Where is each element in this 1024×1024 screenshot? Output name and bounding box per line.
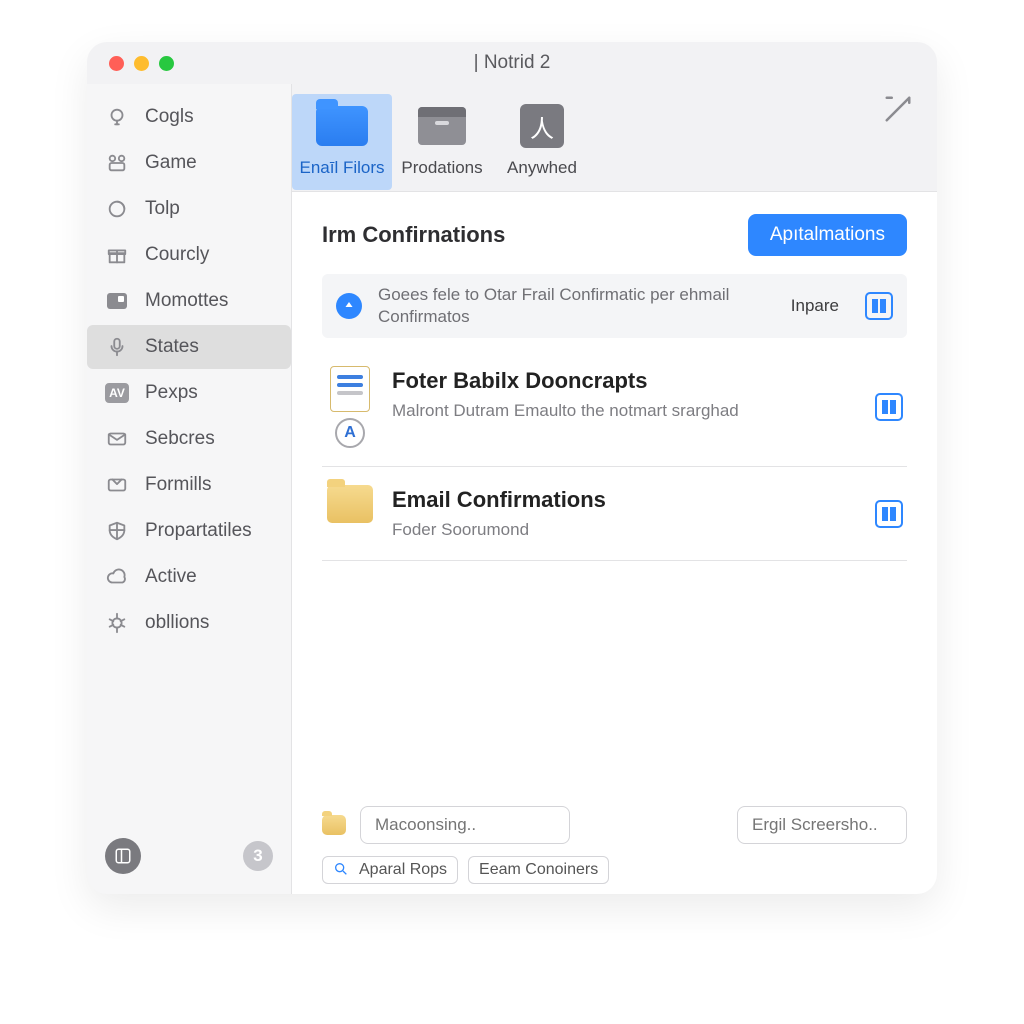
sidebar-item-pexps[interactable]: AV Pexps <box>87 371 291 415</box>
sidebar-item-label: obllions <box>145 612 209 634</box>
tab-prodations[interactable]: Prodations <box>392 94 492 190</box>
sidebar-item-label: Game <box>145 152 197 174</box>
sidebar-item-courcly[interactable]: Courcly <box>87 233 291 277</box>
toolbar: Enaīl Filors Prodations 人 Anywhed <box>292 84 937 192</box>
sidebar: Cogls Game Tolp Courcly <box>87 84 292 894</box>
square-icon <box>105 289 129 313</box>
sidebar-item-label: Cogls <box>145 106 194 128</box>
sidebar-item-sebcres[interactable]: Sebcres <box>87 417 291 461</box>
mic-icon <box>105 335 129 359</box>
list-item-title: Foter Babilx Dooncrapts <box>392 368 857 394</box>
notice-banner[interactable]: Goees fele to Otar Frail Confirmatic per… <box>322 274 907 338</box>
game-icon <box>105 151 129 175</box>
tag-bar: Aparal Rops Eeam Conoiners <box>322 856 907 884</box>
box-icon <box>414 98 470 154</box>
titlebar: | Notrid 2 <box>87 42 937 84</box>
copy-icon[interactable] <box>865 292 893 320</box>
pdf-icon: 人 <box>514 98 570 154</box>
app-window: | Notrid 2 Cogls Game Tolp <box>87 42 937 894</box>
folder-icon <box>322 815 346 835</box>
tag-eeam-conoiners[interactable]: Eeam Conoiners <box>468 856 609 884</box>
bottom-bar: Aparal Rops Eeam Conoiners <box>322 792 907 884</box>
sidebar-item-label: Sebcres <box>145 428 215 450</box>
list-item-subtitle: Malront Dutram Emaulto the notmart srarg… <box>392 400 857 423</box>
compose-button[interactable] <box>883 94 913 132</box>
sidebar-item-label: Courcly <box>145 244 209 266</box>
notice-action-label: Inpare <box>791 296 839 316</box>
list-item[interactable]: Email Confirmations Foder Soorumond <box>322 467 907 561</box>
inbox-icon <box>105 473 129 497</box>
sidebar-item-propartatiles[interactable]: Propartatiles <box>87 509 291 553</box>
sidebar-item-cogls[interactable]: Cogls <box>87 95 291 139</box>
sidebar-item-label: Propartatiles <box>145 520 252 542</box>
sidebar-item-label: States <box>145 336 199 358</box>
sidebar-item-label: Momottes <box>145 290 228 312</box>
toolbar-item-label: Prodations <box>401 158 482 178</box>
cloud-icon <box>105 565 129 589</box>
sidebar-badge: 3 <box>243 841 273 871</box>
list-item-title: Email Confirmations <box>392 487 857 513</box>
main-panel: Enaīl Filors Prodations 人 Anywhed Irm Co… <box>292 84 937 894</box>
tag-aparal-rops[interactable]: Aparal Rops <box>322 856 458 884</box>
gift-icon <box>105 243 129 267</box>
sidebar-item-label: Pexps <box>145 382 198 404</box>
sidebar-item-momottes[interactable]: Momottes <box>87 279 291 323</box>
list-item-icon <box>326 485 374 523</box>
sidebar-item-label: Tolp <box>145 198 180 220</box>
primary-action-button[interactable]: Apıtalmations <box>748 214 907 256</box>
bulb-icon <box>105 105 129 129</box>
list-item[interactable]: A Foter Babilx Dooncrapts Malront Dutram… <box>322 348 907 467</box>
copy-icon[interactable] <box>875 500 903 528</box>
tab-enail-filors[interactable]: Enaīl Filors <box>292 94 392 190</box>
av-icon: AV <box>105 381 129 405</box>
notice-text: Goees fele to Otar Frail Confirmatic per… <box>378 284 775 328</box>
sidebar-footer: 3 <box>87 822 291 894</box>
refresh-icon <box>105 197 129 221</box>
sidebar-item-formills[interactable]: Formills <box>87 463 291 507</box>
folder-icon <box>327 485 373 523</box>
font-icon: A <box>335 418 365 448</box>
sidebar-item-label: Active <box>145 566 197 588</box>
mail-icon <box>105 427 129 451</box>
sidebar-item-obllions[interactable]: obllions <box>87 601 291 645</box>
folder-icon <box>314 98 370 154</box>
sidebar-item-active[interactable]: Active <box>87 555 291 599</box>
document-icon <box>330 366 370 412</box>
content-area: Irm Confirnations Apıtalmations Goees fe… <box>292 192 937 894</box>
result-list: A Foter Babilx Dooncrapts Malront Dutram… <box>322 348 907 561</box>
shield-icon <box>105 519 129 543</box>
filter-input-2[interactable] <box>737 806 907 844</box>
toolbar-item-label: Enaīl Filors <box>299 158 384 178</box>
section-title: Irm Confirnations <box>322 222 505 248</box>
sidebar-layout-button[interactable] <box>105 838 141 874</box>
filter-input-1[interactable] <box>360 806 570 844</box>
sidebar-item-tolp[interactable]: Tolp <box>87 187 291 231</box>
sidebar-item-label: Formills <box>145 474 212 496</box>
list-item-subtitle: Foder Soorumond <box>392 519 857 542</box>
section-header: Irm Confirnations Apıtalmations <box>322 214 907 256</box>
copy-icon[interactable] <box>875 393 903 421</box>
tag-label: Eeam Conoiners <box>479 861 598 879</box>
search-icon <box>333 861 351 879</box>
tag-label: Aparal Rops <box>359 861 447 879</box>
arrow-up-icon <box>336 293 362 319</box>
sidebar-item-game[interactable]: Game <box>87 141 291 185</box>
bug-icon <box>105 611 129 635</box>
toolbar-item-label: Anywhed <box>507 158 577 178</box>
sidebar-item-states[interactable]: States <box>87 325 291 369</box>
list-item-icon: A <box>326 366 374 448</box>
tab-anywhed[interactable]: 人 Anywhed <box>492 94 592 190</box>
window-title: | Notrid 2 <box>87 52 937 74</box>
